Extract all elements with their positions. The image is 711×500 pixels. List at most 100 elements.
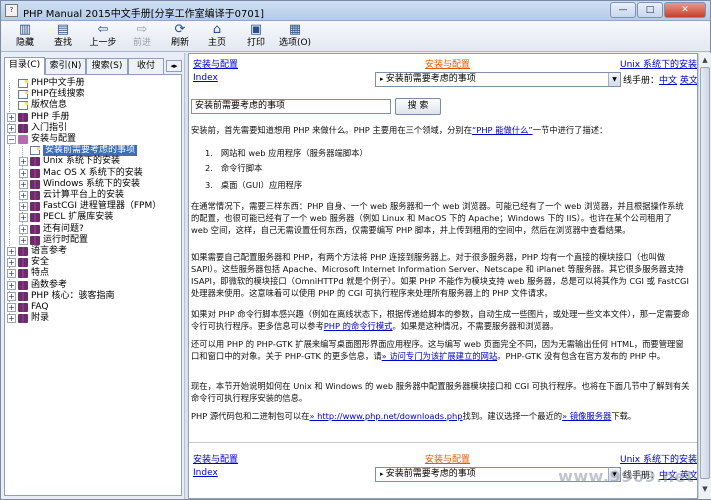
up-link-bottom[interactable]: 安装与配置 [193,452,238,465]
collapse-icon[interactable]: − [7,135,16,144]
topic-select[interactable]: ▸ 安装前需要考虑的事项 ▼ [375,72,621,87]
tree-item[interactable]: + PHP 手册 [7,112,177,123]
expand-icon[interactable]: + [19,235,28,245]
forward-button[interactable]: ⇨ 前进 [122,22,162,51]
tree-item-label: Windows 系统下的安装 [43,178,141,189]
minimize-button[interactable]: — [610,2,636,18]
book-icon [30,224,40,234]
book-icon [30,202,40,212]
home-button[interactable]: ⌂ 主页 [197,22,237,51]
expand-icon[interactable]: + [19,224,28,234]
expand-icon[interactable]: + [19,168,28,178]
expand-icon[interactable]: + [7,258,16,268]
back-button[interactable]: ⇦ 上一步 [83,22,123,51]
tree-item-label: PHP中文手册 [31,78,85,88]
tree-item[interactable]: + FastCGI 进程管理器（FPM） [19,201,177,212]
tree-item[interactable]: − 安装与配置 [7,134,177,145]
tree-item[interactable]: + 云计算平台上的安装 [19,190,177,201]
expand-icon[interactable]: + [7,314,16,324]
tree-item[interactable]: + 入门指引 [7,123,177,134]
contents-tree: PHP中文手册 PHP在线搜索 版权信息 + PHP 手册 + 入门指引 − 安装与配置 安装前需… [4,74,182,496]
refresh-button[interactable]: ⟳ 刷新 [160,22,200,51]
options-icon: ▦ [288,22,302,37]
paragraph-cli: 如果对 PHP 命令行脚本感兴趣（例如在离线状态下，根据传递给脚本的参数，自动生… [191,308,691,332]
downloads-link[interactable]: » http://www.php.net/downloads.php [309,411,462,421]
index-link[interactable]: Index [193,73,218,83]
expand-icon[interactable]: + [7,303,16,312]
expand-icon[interactable]: + [7,291,16,301]
gtk-site-link[interactable]: » 访问专门为该扩展建立的网站 [382,351,498,361]
print-label: 打印 [246,38,265,48]
tree-item[interactable]: PHP在线搜索 [7,89,177,100]
content-scrollbar[interactable]: ▲ ▼ [698,53,711,499]
tree-item[interactable]: + PECL 扩展库安装 [19,212,177,223]
tree-item[interactable]: + 附录 [7,313,177,324]
list-item: 1. 网站和 web 应用程序（服务器端脚本） [205,148,368,158]
up-link[interactable]: 安装与配置 [193,57,238,70]
tree-item[interactable]: 安装前需要考虑的事项 [19,145,177,157]
tree-item[interactable]: + PHP 核心：骇客指南 [7,291,177,302]
mirror-link[interactable]: » 镜像服务器 [562,411,611,421]
tree-item[interactable]: + Mac OS X 系统下的安装 [19,168,177,179]
tree-item-label: 还有问题? [43,223,84,234]
scroll-thumb[interactable] [700,67,710,479]
topic-select-value: 安装前需要考虑的事项 [385,74,476,84]
tab-index[interactable]: 索引(N) [45,58,86,74]
prev-link[interactable]: 安装与配置 [425,57,470,70]
tree-item[interactable]: + Unix 系统下的安装 [19,156,177,167]
tree-item-label: PHP在线搜索 [31,89,85,100]
tree-item[interactable]: + Windows 系统下的安装 [19,179,177,190]
title-bar: ? PHP Manual 2015中文手册[分享工作室编译于0701] — □ … [1,1,710,21]
expand-icon[interactable]: + [19,213,28,223]
tree-item[interactable]: + 运行时配置 [19,235,177,246]
search-button[interactable]: 搜 索 [395,98,441,115]
forward-arrow-icon: ⇨ [136,22,148,37]
tab-scroll-arrows[interactable]: ◂▸ [166,60,182,72]
scroll-down-icon[interactable]: ▼ [700,483,710,495]
tree-item[interactable]: + 函数参考 [7,280,177,291]
cli-mode-link[interactable]: PHP 的命令行模式 [324,321,393,331]
tree-item[interactable]: + 还有问题? [19,224,177,235]
search-input[interactable]: 安装前需要考虑的事项 [191,99,391,114]
tree-item[interactable]: + FAQ [7,302,177,313]
next-link[interactable]: Unix 系统下的安装 [620,57,697,70]
tree-item[interactable]: + 语言参考 [7,246,177,257]
expand-icon[interactable]: + [7,280,16,290]
expand-icon[interactable]: + [19,191,28,200]
expand-icon[interactable]: + [19,179,28,189]
printer-icon: ▣ [249,22,263,37]
expand-icon[interactable]: + [7,123,16,133]
hide-button[interactable]: ▥ 隐藏 [5,22,45,51]
expand-icon[interactable]: + [7,269,16,279]
next-link-bottom[interactable]: Unix 系统下的安装 [620,452,697,465]
tree-item-label: 特点 [31,268,50,279]
close-button[interactable]: ✕ [664,2,706,18]
expand-icon[interactable]: + [7,112,16,122]
tree-item[interactable]: + 安全 [7,257,177,268]
expand-icon[interactable]: + [7,247,16,256]
what-can-php-do-link[interactable]: “PHP 能做什么” [472,125,533,135]
expand-icon[interactable]: + [19,157,28,167]
tab-favorites[interactable]: 收付 [128,58,164,74]
lang-en-link[interactable]: 英文 [680,76,697,86]
maximize-button[interactable]: □ [637,2,663,18]
intro-text-b: 一节中进行了描述： [532,125,608,135]
tree-item-label: PHP 手册 [31,111,70,122]
downloads-text-c: 下载。 [611,411,637,421]
print-button[interactable]: ▣ 打印 [236,22,276,51]
topic-select-value: 安装前需要考虑的事项 [385,469,476,479]
list-item-text: 网站和 web 应用程序（服务器端脚本） [220,148,368,158]
page-icon [30,146,40,156]
prev-link-bottom[interactable]: 安装与配置 [425,452,470,465]
tab-search[interactable]: 搜索(S) [86,58,128,74]
tab-contents[interactable]: 目录(C) [4,57,45,75]
tree-item[interactable]: 版权信息 [7,100,177,111]
tree-item[interactable]: PHP中文手册 [7,78,177,89]
find-button[interactable]: ▤ 查找 [43,22,83,51]
index-link-bottom[interactable]: Index [193,468,218,478]
scroll-up-icon[interactable]: ▲ [700,54,710,66]
tree-item[interactable]: + 特点 [7,268,177,279]
lang-zh-link[interactable]: 中文 [659,76,677,86]
expand-icon[interactable]: + [19,202,28,212]
options-button[interactable]: ▦ 选项(O) [273,22,317,51]
